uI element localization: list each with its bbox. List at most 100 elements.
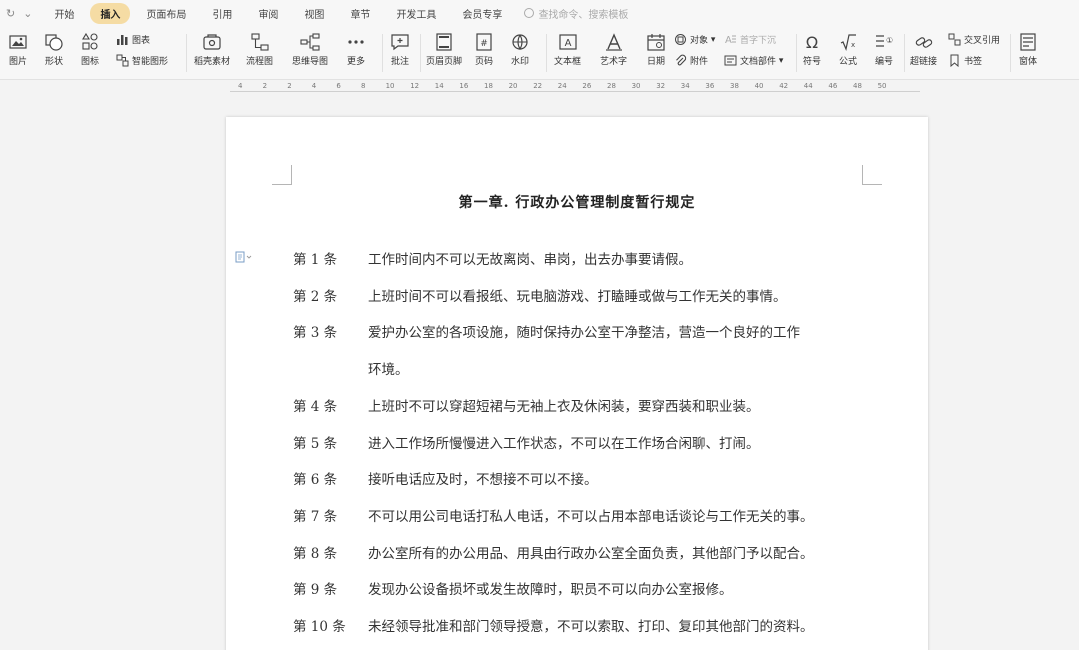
search-icon bbox=[524, 8, 535, 18]
numbering-label: 编号 bbox=[874, 57, 893, 67]
ruler-tick-label: 38 bbox=[730, 82, 739, 90]
numbering-button[interactable]: ① 编号 bbox=[874, 26, 894, 67]
article-number: 第 2 条 bbox=[293, 288, 338, 305]
smart-art-button[interactable]: 智能图形 bbox=[116, 54, 168, 67]
flowchart-label: 流程图 bbox=[246, 57, 274, 67]
picture-button[interactable]: 图片 bbox=[8, 26, 28, 67]
ruler-tick-label: 26 bbox=[582, 82, 592, 90]
chart-label: 图表 bbox=[132, 36, 151, 46]
hyperlink-button[interactable]: 超链接 bbox=[910, 26, 937, 67]
doc-parts-icon bbox=[724, 54, 737, 67]
ribbon-separator bbox=[796, 34, 797, 72]
header-footer-button[interactable]: 页眉页脚 bbox=[426, 26, 462, 67]
chevron-down-icon[interactable]: ⌄ bbox=[23, 7, 32, 20]
ruler-tick-label: 36 bbox=[705, 82, 715, 90]
ruler-tick-label: 16 bbox=[459, 82, 469, 90]
svg-text:x: x bbox=[851, 41, 855, 49]
wordart-label: 艺术字 bbox=[600, 57, 628, 67]
wordart-button[interactable]: 艺术字 bbox=[600, 26, 627, 67]
chart-icon bbox=[116, 33, 129, 46]
shape-button[interactable]: 形状 bbox=[44, 26, 64, 67]
hyperlink-label: 超链接 bbox=[910, 57, 938, 67]
paragraph-handle-icon[interactable] bbox=[235, 251, 253, 263]
drop-cap-button[interactable]: A 首字下沉 bbox=[724, 33, 776, 46]
link-icon bbox=[914, 32, 934, 52]
object-icon bbox=[674, 33, 687, 46]
chart-button[interactable]: 图表 bbox=[116, 33, 150, 46]
ribbon-separator bbox=[546, 34, 547, 72]
document-page[interactable]: 第一章. 行政办公管理制度暂行规定 第 1 条 工作时间内不可以无故离岗、串岗，出… bbox=[226, 117, 928, 650]
ruler-tick-label: 50 bbox=[877, 82, 887, 90]
ruler-tick-label: 10 bbox=[385, 82, 395, 90]
paperclip-icon bbox=[674, 54, 687, 67]
page-number-icon: # bbox=[474, 32, 494, 52]
smart-art-label: 智能图形 bbox=[132, 57, 169, 67]
docer-material-label: 稻壳素材 bbox=[194, 57, 231, 67]
icon-library-button[interactable]: 图标 bbox=[80, 26, 100, 67]
date-button[interactable]: 日期 bbox=[646, 26, 666, 67]
cross-ref-icon bbox=[948, 33, 961, 46]
symbol-label: 符号 bbox=[802, 57, 821, 67]
docer-material-button[interactable]: 稻壳素材 bbox=[194, 26, 230, 67]
ruler-tick-label: 14 bbox=[434, 82, 444, 90]
menu-tab[interactable]: 引用 bbox=[202, 3, 242, 24]
article-text-line: 环境。 bbox=[368, 362, 409, 379]
flowchart-button[interactable]: 流程图 bbox=[246, 26, 273, 67]
article-number: 第 9 条 bbox=[293, 582, 338, 599]
menu-tab[interactable]: 开发工具 bbox=[386, 3, 446, 24]
ribbon-separator bbox=[1010, 34, 1011, 72]
command-search[interactable]: 查找命令、搜索模板 bbox=[524, 6, 628, 21]
form-icon bbox=[1018, 32, 1038, 52]
attachment-label: 附件 bbox=[690, 57, 709, 67]
more-button[interactable]: 更多 bbox=[346, 26, 366, 67]
flowchart-icon bbox=[250, 32, 270, 52]
mindmap-button[interactable]: 思维导图 bbox=[292, 26, 328, 67]
ribbon-separator bbox=[186, 34, 187, 72]
bookmark-button[interactable]: 书签 bbox=[948, 54, 983, 68]
material-icon bbox=[202, 32, 222, 52]
horizontal-ruler[interactable]: 4 2 2 4 6 8 10 12 14 16 18 20 22 24 26 28 30 32 34 36 38 40 42… bbox=[230, 80, 920, 94]
redo-icon[interactable]: ↻ bbox=[6, 7, 15, 20]
article-number: 第 10 条 bbox=[293, 619, 346, 635]
menu-tab[interactable]: 审阅 bbox=[248, 3, 288, 24]
article-number: 第 3 条 bbox=[293, 325, 338, 342]
ruler-tick-label: 4 bbox=[238, 82, 243, 90]
formula-icon: x bbox=[838, 32, 858, 52]
attachment-button[interactable]: 附件 bbox=[674, 54, 708, 67]
menu-tab[interactable]: 插入 bbox=[90, 2, 131, 24]
comment-button[interactable]: 批注 bbox=[390, 26, 410, 67]
page-number-button[interactable]: # 页码 bbox=[474, 26, 494, 67]
ruler-tick-label: 48 bbox=[853, 82, 862, 90]
textbox-button[interactable]: A 文本框 bbox=[554, 26, 581, 67]
icon-library-label: 图标 bbox=[80, 57, 99, 67]
ruler-tick-label: 20 bbox=[508, 82, 518, 90]
ruler-tick-label: 46 bbox=[828, 82, 838, 90]
form-label: 窗体 bbox=[1018, 57, 1037, 67]
cross-ref-button[interactable]: 交叉引用 bbox=[948, 33, 1000, 46]
doc-parts-button[interactable]: 文档部件 ▾ bbox=[724, 54, 783, 67]
mindmap-icon bbox=[300, 32, 320, 52]
formula-button[interactable]: x 公式 bbox=[838, 26, 858, 67]
ruler-tick-label: 32 bbox=[656, 82, 666, 90]
bookmark-label: 书签 bbox=[964, 57, 983, 67]
ruler-tick-label: 4 bbox=[311, 82, 317, 90]
drop-cap-label: 首字下沉 bbox=[740, 36, 777, 46]
object-button[interactable]: 对象 ▾ bbox=[674, 33, 715, 46]
symbol-button[interactable]: Ω 符号 bbox=[802, 26, 822, 67]
form-button[interactable]: 窗体 bbox=[1018, 26, 1038, 67]
menu-tab[interactable]: 视图 bbox=[294, 3, 334, 24]
bookmark-icon bbox=[948, 54, 961, 68]
menu-tab[interactable]: 会员专享 bbox=[452, 3, 512, 24]
ruler-tick-label: 12 bbox=[410, 82, 420, 90]
ruler-tick-label: 44 bbox=[803, 82, 813, 90]
smart-art-icon bbox=[116, 54, 129, 67]
menu-tab[interactable]: 章节 bbox=[340, 3, 380, 24]
menu-tab[interactable]: 开始 bbox=[44, 3, 84, 24]
ruler-baseline bbox=[230, 91, 920, 92]
article-number: 第 6 条 bbox=[293, 472, 338, 489]
ruler-tick-label: 42 bbox=[779, 82, 789, 90]
svg-text:Ω: Ω bbox=[806, 33, 818, 52]
menu-tab[interactable]: 页面布局 bbox=[136, 3, 196, 24]
ribbon-separator bbox=[904, 34, 905, 72]
watermark-button[interactable]: 水印 bbox=[510, 26, 530, 67]
